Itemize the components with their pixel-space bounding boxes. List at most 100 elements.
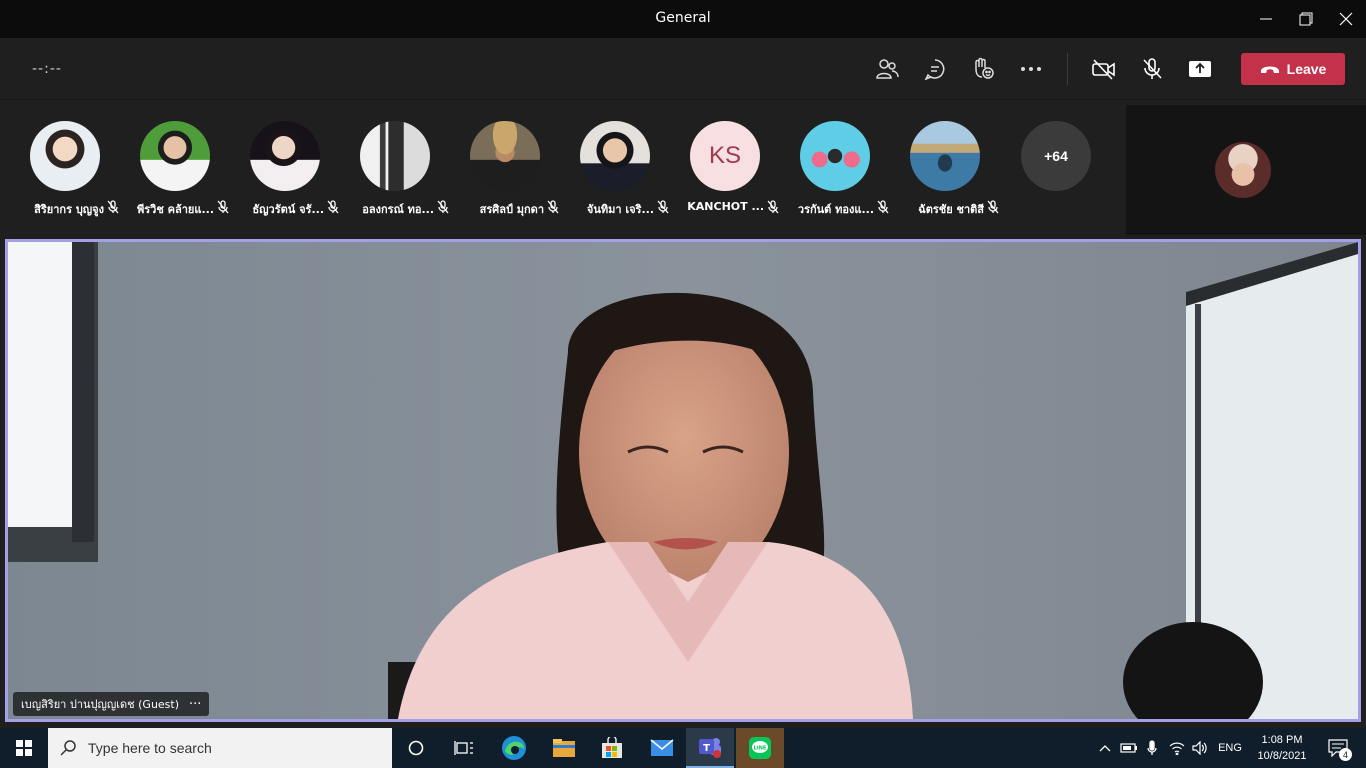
- participant-tile[interactable]: อลงกรณ์ ทอ...: [342, 121, 450, 221]
- ellipsis-icon: [1021, 67, 1041, 71]
- speaker-name-tag[interactable]: เบญสิริยา ปานปุญญเดช (Guest) ···: [13, 692, 210, 716]
- show-hidden-icons-button[interactable]: [1094, 728, 1116, 768]
- participant-tile[interactable]: พีรวิช คล้ายแ...: [122, 121, 230, 221]
- self-avatar: [1215, 142, 1271, 198]
- folder-icon: [553, 739, 575, 757]
- hang-up-icon: [1260, 66, 1279, 73]
- teams-icon: T: [699, 738, 721, 758]
- camera-off-icon: [1092, 59, 1115, 80]
- reactions-button[interactable]: [968, 54, 998, 84]
- mic-muted-icon: [437, 200, 449, 214]
- taskbar-search-box[interactable]: Type here to search: [48, 728, 392, 768]
- participant-name: สิริยากร บุญจูง: [34, 203, 104, 216]
- mic-muted-icon: [107, 200, 119, 214]
- file-explorer-app[interactable]: [540, 728, 588, 768]
- avatar: [250, 121, 320, 191]
- volume-button[interactable]: [1190, 728, 1210, 768]
- participant-name: สรศิลป์ มุกดา: [479, 203, 544, 216]
- minimize-icon: [1260, 18, 1272, 20]
- more-actions-button[interactable]: [1016, 54, 1046, 84]
- store-app[interactable]: [588, 728, 636, 768]
- search-placeholder: Type here to search: [88, 740, 212, 756]
- avatar: [800, 121, 870, 191]
- chat-button[interactable]: [920, 54, 950, 84]
- camera-toggle-button[interactable]: [1089, 54, 1119, 84]
- participant-tile[interactable]: วรกันต์ ทองแ...: [782, 121, 890, 221]
- avatar: [360, 121, 430, 191]
- mic-muted-icon: [547, 200, 559, 214]
- avatar: [140, 121, 210, 191]
- participant-tile[interactable]: ธัญวรัตน์ จรั...: [232, 121, 340, 221]
- avatar-initials: KS: [690, 121, 760, 191]
- mic-muted-icon: [877, 200, 889, 214]
- participant-tile[interactable]: KS KANCHOT ...: [672, 121, 780, 221]
- participant-name: ฉัตรชัย ชาติสี: [918, 203, 984, 216]
- wifi-icon: [1169, 742, 1185, 755]
- mic-muted-icon: [657, 200, 669, 214]
- restore-icon: [1299, 12, 1313, 26]
- task-view-button[interactable]: [440, 728, 488, 768]
- avatar: [30, 121, 100, 191]
- microphone-tray-button[interactable]: [1142, 728, 1162, 768]
- mail-envelope-icon: [650, 739, 674, 756]
- participant-name: พีรวิช คล้ายแ...: [137, 203, 214, 216]
- window-title: General: [655, 10, 711, 26]
- clock-date: 10/8/2021: [1257, 750, 1307, 762]
- chevron-up-icon: [1099, 745, 1111, 752]
- line-app[interactable]: LINE: [736, 728, 784, 768]
- minimize-button[interactable]: [1252, 6, 1280, 32]
- cortana-circle-icon: [408, 740, 424, 756]
- windows-taskbar: Type here to search T LINE ENG 1:08 PM 1…: [0, 728, 1366, 768]
- mail-app[interactable]: [638, 728, 686, 768]
- participants-button[interactable]: [872, 54, 902, 84]
- battery-button[interactable]: [1118, 728, 1140, 768]
- share-screen-button[interactable]: [1185, 54, 1215, 84]
- speaker-options-icon[interactable]: ···: [189, 697, 201, 712]
- participant-strip: สิริยากร บุญจูง พีรวิช คล้ายแ... ธัญวรัต…: [0, 101, 1122, 235]
- edge-browser-icon: [502, 736, 526, 760]
- toolbar-divider: [1067, 53, 1068, 85]
- participant-tile[interactable]: จันทิมา เจริ...: [562, 121, 670, 221]
- notification-count-badge: 4: [1339, 748, 1352, 761]
- close-button[interactable]: [1332, 6, 1360, 32]
- restore-button[interactable]: [1292, 6, 1320, 32]
- participant-name: KANCHOT ...: [687, 200, 764, 213]
- windows-logo-icon: [16, 740, 32, 756]
- raise-hand-icon: [975, 57, 994, 79]
- chat-icon: [924, 59, 945, 80]
- mic-muted-icon: [767, 200, 779, 214]
- line-messenger-icon: LINE: [749, 737, 771, 759]
- svg-text:T: T: [703, 743, 710, 754]
- avatar: [910, 121, 980, 191]
- participant-name: จันทิมา เจริ...: [586, 203, 654, 216]
- network-button[interactable]: [1166, 728, 1188, 768]
- action-center-button[interactable]: 4: [1318, 728, 1358, 768]
- main-video-stage[interactable]: เบญสิริยา ปานปุญญเดช (Guest) ···: [5, 239, 1361, 722]
- participant-tile[interactable]: สรศิลป์ มุกดา: [452, 121, 560, 221]
- language-indicator[interactable]: ENG: [1212, 728, 1248, 768]
- participant-tile[interactable]: สิริยากร บุญจูง: [12, 121, 120, 221]
- more-participants-badge[interactable]: +64: [1021, 121, 1091, 191]
- mic-muted-icon: [327, 200, 339, 214]
- self-preview[interactable]: [1126, 105, 1366, 235]
- svg-text:LINE: LINE: [754, 746, 767, 752]
- start-button[interactable]: [0, 728, 48, 768]
- clock[interactable]: 1:08 PM 10/8/2021: [1250, 728, 1314, 768]
- people-icon: [876, 59, 899, 79]
- teams-app[interactable]: T: [686, 728, 734, 768]
- mic-muted-icon: [987, 200, 999, 214]
- speaker-name: เบญสิริยา ปานปุญญเดช (Guest): [21, 698, 180, 711]
- microphone-icon: [1147, 740, 1157, 755]
- task-view-icon: [454, 741, 473, 755]
- search-icon: [60, 740, 76, 756]
- participant-tile[interactable]: ฉัตรชัย ชาติสี: [892, 121, 1000, 221]
- meeting-toolbar: --:-- Leave: [0, 38, 1366, 100]
- call-timer: --:--: [32, 61, 62, 77]
- participant-name: อลงกรณ์ ทอ...: [362, 203, 434, 216]
- leave-button[interactable]: Leave: [1241, 53, 1345, 85]
- edge-app[interactable]: [490, 728, 538, 768]
- speaker-icon: [1192, 741, 1207, 755]
- mic-muted-icon: [217, 200, 229, 214]
- cortana-button[interactable]: [392, 728, 440, 768]
- microphone-toggle-button[interactable]: [1137, 54, 1167, 84]
